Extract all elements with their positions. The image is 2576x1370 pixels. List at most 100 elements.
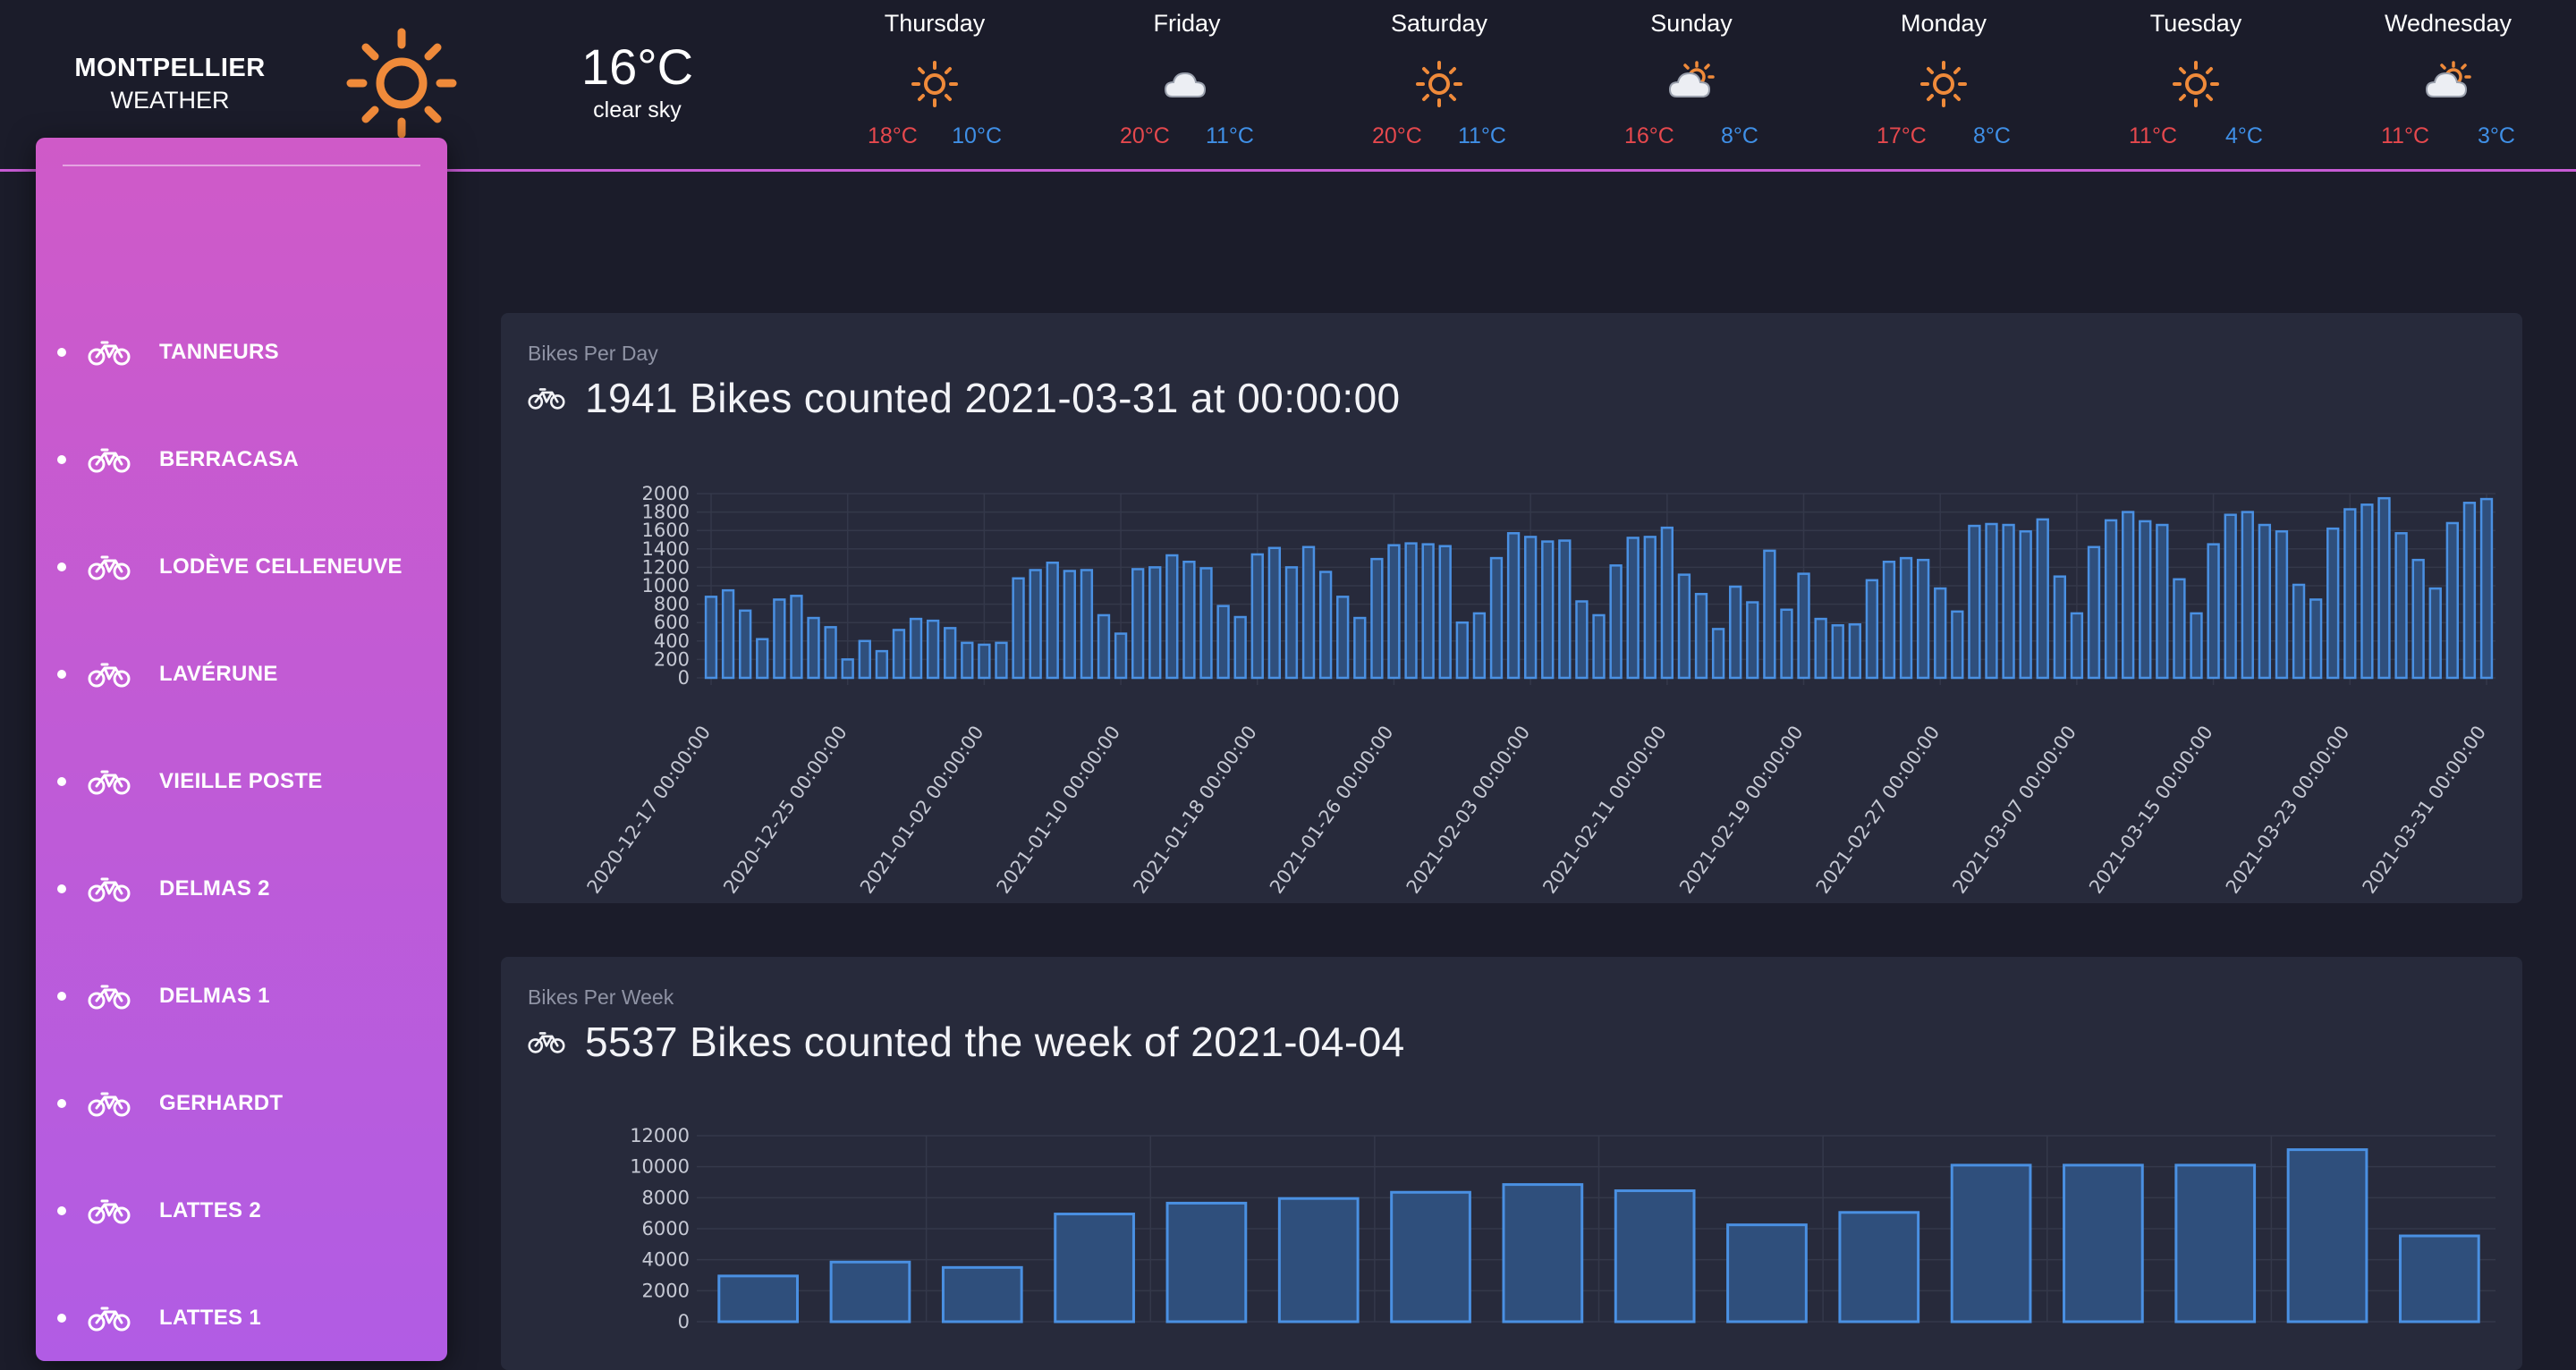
bar bbox=[858, 639, 871, 680]
bar bbox=[2063, 1163, 2144, 1323]
bar bbox=[1131, 568, 1145, 680]
bar bbox=[2241, 511, 2254, 680]
bar bbox=[1284, 566, 1299, 680]
forecast-day-name: Tuesday bbox=[2149, 10, 2242, 37]
bar bbox=[2156, 523, 2169, 680]
sun-icon bbox=[1416, 61, 1462, 107]
bar bbox=[2173, 578, 2186, 680]
bar bbox=[1626, 537, 1640, 680]
forecast-temps: 16°C 8°C bbox=[1624, 123, 1758, 149]
sidebar-item-station[interactable]: GERHARDT bbox=[36, 1077, 447, 1130]
sidebar-item-station[interactable]: LODÈVE CELLENEUVE bbox=[36, 540, 447, 594]
x-tick-label: 2021-01-18 00:00:00 bbox=[1129, 722, 1261, 897]
forecast-day: Tuesday 11°C 4°C bbox=[2097, 0, 2294, 149]
bullet-icon bbox=[57, 348, 66, 357]
sidebar-item-station[interactable]: LATTES 2 bbox=[36, 1184, 447, 1238]
forecast-day: Friday 20°C 11°C bbox=[1089, 0, 1285, 149]
bar bbox=[1575, 600, 1589, 680]
bar bbox=[1390, 1190, 1471, 1323]
bar bbox=[1541, 540, 1555, 680]
bar bbox=[1643, 536, 1657, 680]
sidebar-item-label: DELMAS 1 bbox=[159, 984, 270, 1008]
sidebar-item-station[interactable]: LATTES 1 bbox=[36, 1291, 447, 1345]
sidebar-item-label: BERRACASA bbox=[159, 447, 300, 471]
bar bbox=[1899, 556, 1913, 680]
sidebar-item-station[interactable]: DELMAS 1 bbox=[36, 969, 447, 1023]
current-description: clear sky bbox=[593, 97, 682, 123]
sun-icon bbox=[1920, 61, 1967, 107]
bar bbox=[1353, 616, 1367, 680]
sun-icon bbox=[2173, 61, 2219, 107]
bar bbox=[1614, 1189, 1696, 1323]
x-tick-label: 2021-03-31 00:00:00 bbox=[2359, 722, 2491, 897]
bar bbox=[2479, 497, 2494, 680]
bar bbox=[1199, 567, 1213, 680]
current-weather: 16°C clear sky bbox=[546, 38, 729, 123]
bar bbox=[1097, 613, 1111, 680]
bullet-icon bbox=[57, 992, 66, 1001]
forecast-max-temp: 16°C bbox=[1624, 123, 1674, 148]
bike-icon bbox=[88, 341, 131, 366]
bar bbox=[1865, 579, 1879, 680]
sidebar-item-label: LAVÉRUNE bbox=[159, 662, 278, 686]
x-tick-label: 2021-03-23 00:00:00 bbox=[2222, 722, 2354, 897]
forecast-day-name: Wednesday bbox=[2384, 10, 2512, 37]
x-tick-label: 2021-03-15 00:00:00 bbox=[2085, 722, 2217, 897]
bar bbox=[2087, 545, 2101, 680]
sidebar-item-station[interactable]: BERRACASA bbox=[36, 433, 447, 486]
bikes-per-day-chart: 0200400600800100012001400160018002000 202… bbox=[583, 483, 2496, 898]
bar bbox=[1592, 613, 1606, 680]
forecast-max-temp: 18°C bbox=[868, 123, 918, 148]
forecast-temps: 20°C 11°C bbox=[1120, 123, 1254, 149]
x-tick-label: 2021-01-02 00:00:00 bbox=[856, 722, 988, 897]
x-tick-label: 2021-02-19 00:00:00 bbox=[1675, 722, 1808, 897]
forecast-day: Saturday 20°C 11°C bbox=[1341, 0, 1538, 149]
sidebar-item-station[interactable]: TANNEURS bbox=[36, 326, 447, 379]
forecast-min-temp: 11°C bbox=[1205, 123, 1254, 148]
bar bbox=[1523, 536, 1538, 680]
bar bbox=[1838, 1211, 1920, 1323]
bar bbox=[1165, 554, 1179, 680]
bar bbox=[1950, 1163, 2032, 1323]
bar bbox=[1797, 572, 1810, 680]
x-tick-label: 2021-01-10 00:00:00 bbox=[993, 722, 1125, 897]
bar bbox=[1558, 539, 1572, 680]
bar bbox=[2445, 521, 2459, 680]
sidebar-item-label: LATTES 2 bbox=[159, 1198, 261, 1222]
bar bbox=[1502, 1183, 1584, 1323]
bar bbox=[1985, 522, 1998, 680]
bar bbox=[1763, 549, 1776, 680]
sidebar-item-label: TANNEURS bbox=[159, 340, 279, 364]
y-tick-label: 0 bbox=[678, 667, 690, 689]
forecast-day-name: Friday bbox=[1153, 10, 1221, 37]
bar bbox=[1506, 532, 1521, 680]
bar bbox=[1301, 545, 1316, 680]
sidebar-item-station[interactable]: DELMAS 2 bbox=[36, 862, 447, 916]
bikes-per-week-card: Bikes Per Week 5537 Bikes counted the we… bbox=[501, 957, 2522, 1370]
city-block: MONTPELLIER WEATHER bbox=[54, 52, 286, 116]
y-tick-label: 600 bbox=[654, 612, 690, 633]
bikes-per-day-card: Bikes Per Day 1941 Bikes counted 2021-03… bbox=[501, 313, 2522, 903]
y-tick-label: 1200 bbox=[642, 556, 690, 578]
bar bbox=[1370, 557, 1384, 680]
y-tick-label: 1800 bbox=[642, 502, 690, 523]
bar bbox=[2360, 503, 2374, 680]
bar bbox=[1660, 526, 1674, 680]
bar bbox=[1336, 596, 1350, 680]
forecast-max-temp: 11°C bbox=[2381, 123, 2430, 148]
bar bbox=[2428, 587, 2442, 680]
bar bbox=[2411, 558, 2425, 680]
sidebar-item-station[interactable]: VIEILLE POSTE bbox=[36, 755, 447, 808]
bar bbox=[926, 619, 940, 680]
bar bbox=[704, 596, 718, 680]
y-tick-label: 1600 bbox=[642, 520, 690, 541]
sidebar-item-station[interactable]: LAVÉRUNE bbox=[36, 647, 447, 701]
bar bbox=[2207, 543, 2220, 680]
bar bbox=[1182, 560, 1196, 680]
sun-cloud-icon bbox=[1668, 61, 1715, 97]
bar bbox=[1277, 1197, 1360, 1323]
bullet-icon bbox=[57, 562, 66, 571]
bike-icon bbox=[88, 448, 131, 473]
bar bbox=[841, 658, 854, 680]
bar bbox=[2139, 520, 2152, 680]
